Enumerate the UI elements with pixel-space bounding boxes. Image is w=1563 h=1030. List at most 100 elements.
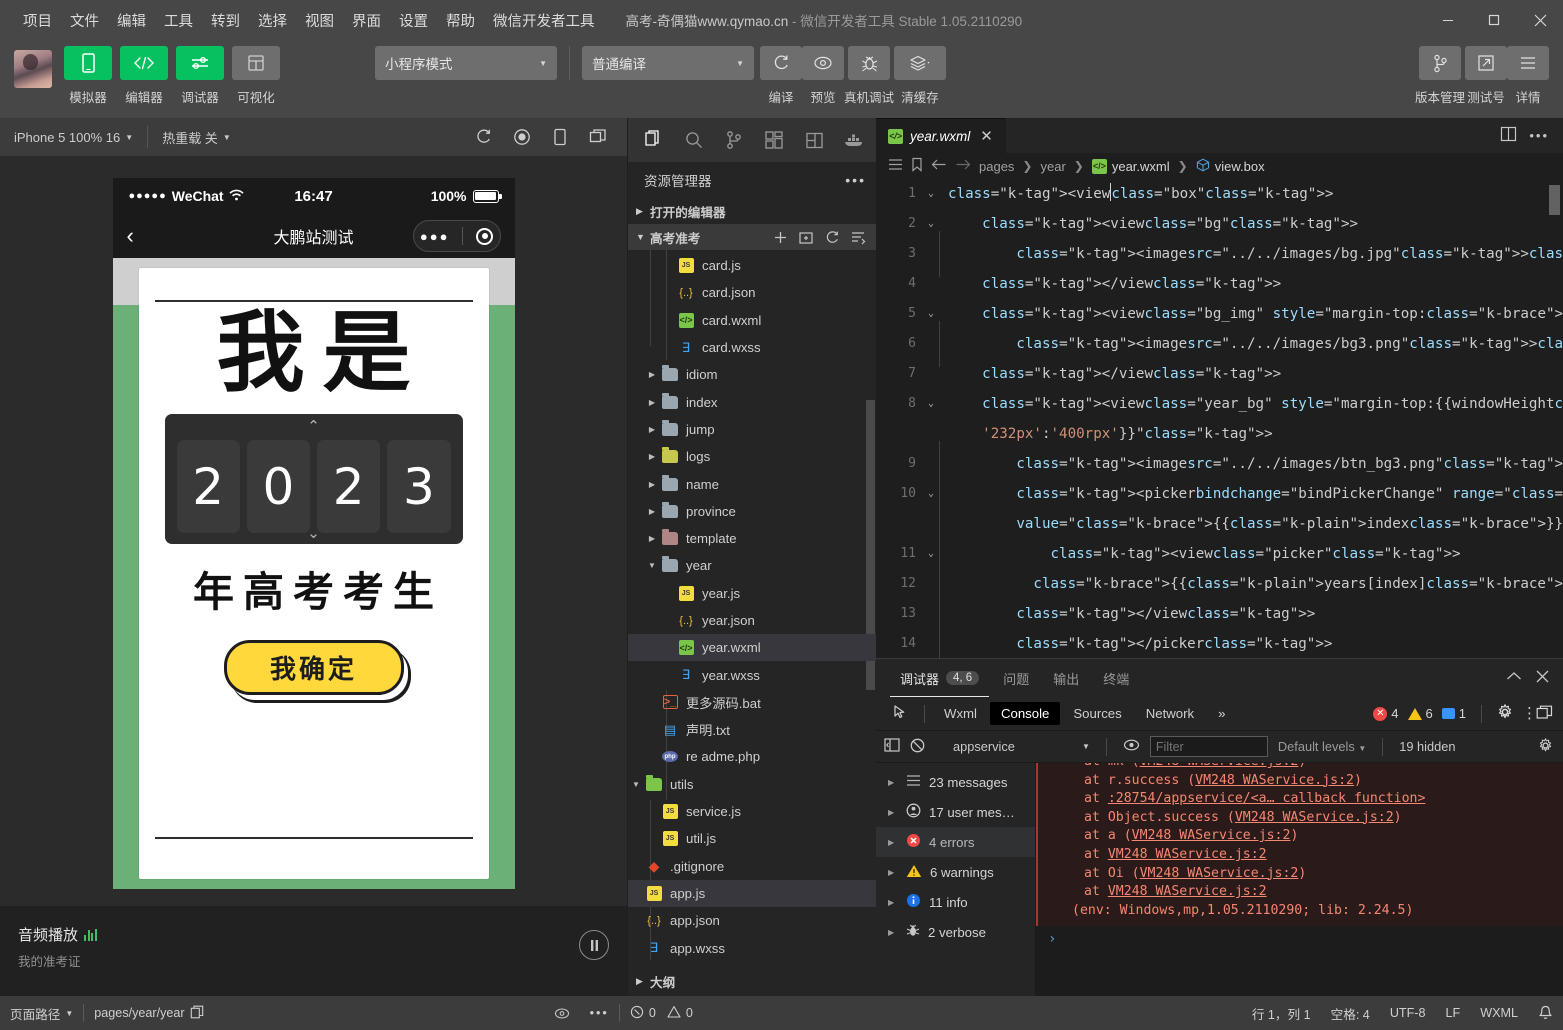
wxml-panel-icon[interactable]	[796, 121, 832, 159]
action-realdevice[interactable]: 真机调试	[844, 46, 894, 106]
rotate-icon[interactable]	[467, 122, 501, 152]
toggle-debugger[interactable]: 调试器	[176, 46, 224, 106]
more-icon[interactable]: •••	[845, 172, 866, 188]
chevron-up-icon[interactable]	[1506, 670, 1522, 686]
outline-list-icon[interactable]	[888, 158, 903, 174]
encoding-setting[interactable]: UTF-8	[1380, 996, 1436, 1030]
fold-chevron-icon[interactable]: ⌄	[920, 389, 942, 419]
hidden-count[interactable]: 19 hidden	[1399, 739, 1455, 754]
code-editor[interactable]: 1⌄class="k-tag"><view class="box"class="…	[876, 179, 1563, 658]
tree-file[interactable]: JSservice.js	[628, 798, 876, 825]
console-filter-row[interactable]: ▶11 info	[876, 887, 1035, 917]
stack-link[interactable]: VM248 WAService.js:2	[1132, 828, 1291, 843]
tree-folder[interactable]: ▶idiom	[628, 361, 876, 388]
editor-scrollbar[interactable]	[1549, 185, 1560, 215]
outline-section[interactable]: ▶ 大纲	[628, 966, 876, 996]
stack-link[interactable]: VM248 WAService.js:2	[1195, 773, 1354, 788]
maximize-icon[interactable]	[1471, 0, 1517, 40]
toggle-editor[interactable]: 编辑器	[120, 46, 168, 106]
tree-file[interactable]: phpre adme.php	[628, 743, 876, 770]
multi-window-icon[interactable]	[581, 122, 615, 152]
menu-item-project[interactable]: 项目	[14, 6, 61, 35]
tree-folder[interactable]: ▶province	[628, 498, 876, 525]
menu-item-settings[interactable]: 设置	[390, 6, 437, 35]
minimize-icon[interactable]	[1425, 0, 1471, 40]
console-prompt[interactable]: ›	[1036, 926, 1563, 947]
stack-link[interactable]: VM248 WAService.js:2	[1108, 884, 1267, 899]
code-line[interactable]: 13 class="k-tag"></viewclass="k-tag">>	[876, 599, 1563, 629]
breadcrumb-symbol[interactable]: view.box	[1196, 158, 1265, 175]
tree-file[interactable]: ▤声明.txt	[628, 716, 876, 743]
code-line[interactable]: 4 class="k-tag"></viewclass="k-tag">>	[876, 269, 1563, 299]
code-line[interactable]: 6 class="k-tag"><image src="../../images…	[876, 329, 1563, 359]
nav-back-icon[interactable]	[931, 158, 947, 174]
tree-folder[interactable]: ▶name	[628, 470, 876, 497]
console-sidebar[interactable]: ▶23 messages▶17 user mes…▶4 errors▶6 war…	[876, 763, 1036, 996]
clear-console-icon[interactable]	[910, 738, 925, 756]
console-filter-row[interactable]: ▶2 verbose	[876, 917, 1035, 947]
hot-reload-select[interactable]: 热重载 关 ▼	[148, 118, 245, 156]
tree-folder[interactable]: ▼utils	[628, 771, 876, 798]
devtools-tab-sources[interactable]: Sources	[1062, 702, 1132, 725]
source-control-icon[interactable]	[716, 121, 752, 159]
console-filter-row[interactable]: ▶17 user mes…	[876, 797, 1035, 827]
breadcrumb-file[interactable]: </> year.wxml	[1092, 159, 1170, 174]
tree-file[interactable]: {..}card.json	[628, 279, 876, 306]
tree-file[interactable]: ◆.gitignore	[628, 853, 876, 880]
refresh-icon[interactable]	[820, 226, 844, 248]
code-line[interactable]: 2⌄ class="k-tag"><view class="bg"class="…	[876, 209, 1563, 239]
error-count[interactable]: ✕4	[1373, 706, 1398, 721]
extensions-icon[interactable]	[756, 121, 792, 159]
action-preview[interactable]: 预览	[802, 46, 844, 106]
tab-problems[interactable]: 问题	[993, 659, 1039, 697]
devtools-more-tabs[interactable]: »	[1207, 702, 1236, 725]
menu-item-devtools[interactable]: 微信开发者工具	[484, 6, 604, 35]
code-line[interactable]: 9 class="k-tag"><image src="../../images…	[876, 449, 1563, 479]
more-icon[interactable]: •••	[1529, 128, 1549, 143]
tree-folder[interactable]: ▼year	[628, 552, 876, 579]
dock-icon[interactable]	[1536, 705, 1553, 723]
menu-item-select[interactable]: 选择	[249, 6, 296, 35]
tree-folder[interactable]: ▶jump	[628, 416, 876, 443]
avatar[interactable]	[14, 50, 52, 88]
docker-icon[interactable]	[836, 121, 872, 159]
console-output[interactable]: at mk (VM248 WAService.js:2)at r.success…	[1036, 763, 1563, 996]
menu-item-goto[interactable]: 转到	[202, 6, 249, 35]
code-line[interactable]: 12 class="k-brace">{{class="k-plain">yea…	[876, 569, 1563, 599]
code-line[interactable]: 3 class="k-tag"><image src="../../images…	[876, 239, 1563, 269]
wechat-capsule[interactable]: ●●●	[413, 220, 501, 252]
tree-file[interactable]: </>card.wxml	[628, 307, 876, 334]
toggle-visualization[interactable]: 可视化	[232, 46, 280, 106]
code-line[interactable]: 7 class="k-tag"></viewclass="k-tag">>	[876, 359, 1563, 389]
kebab-menu-icon[interactable]: ⋮	[1522, 709, 1527, 718]
tree-file[interactable]: JSapp.js	[628, 880, 876, 907]
stack-link[interactable]: VM248 WAService.js:2	[1235, 810, 1394, 825]
file-tree[interactable]: JScard.js{..}card.json</>card.wxml∃card.…	[628, 250, 876, 966]
tree-file[interactable]: ∃year.wxss	[628, 661, 876, 688]
indent-setting[interactable]: 空格: 4	[1321, 996, 1380, 1030]
collapse-all-icon[interactable]	[846, 226, 870, 248]
status-eye-icon[interactable]	[544, 996, 580, 1030]
stack-link[interactable]: VM248 WAService.js:2	[1140, 763, 1299, 769]
tree-folder[interactable]: ▶template	[628, 525, 876, 552]
close-icon[interactable]	[1517, 0, 1563, 40]
new-file-icon[interactable]	[768, 226, 792, 248]
files-icon[interactable]	[636, 121, 672, 159]
code-line[interactable]: value="class="k-brace">{{class="k-plain"…	[876, 509, 1563, 539]
console-filter-row[interactable]: ▶6 warnings	[876, 857, 1035, 887]
sidebar-toggle-icon[interactable]	[884, 738, 900, 755]
breadcrumb-pages[interactable]: pages	[979, 159, 1014, 174]
stack-link[interactable]: VM248 WAService.js:2	[1108, 847, 1267, 862]
menu-item-view[interactable]: 视图	[296, 6, 343, 35]
stack-link[interactable]: VM248 WAService.js:2	[1140, 866, 1299, 881]
tree-file[interactable]: JSutil.js	[628, 825, 876, 852]
menu-item-help[interactable]: 帮助	[437, 6, 484, 35]
split-editor-icon[interactable]	[1500, 126, 1517, 145]
close-icon[interactable]: ✕	[977, 127, 996, 145]
pause-button[interactable]	[579, 930, 609, 960]
console-filter-input[interactable]	[1150, 736, 1268, 757]
action-clearcache[interactable]: 清缓存	[894, 46, 946, 106]
page-path[interactable]: pages/year/year	[84, 996, 213, 1030]
device-select[interactable]: iPhone 5 100% 16 ▼	[0, 118, 147, 156]
console-filter-row[interactable]: ▶4 errors	[876, 827, 1035, 857]
